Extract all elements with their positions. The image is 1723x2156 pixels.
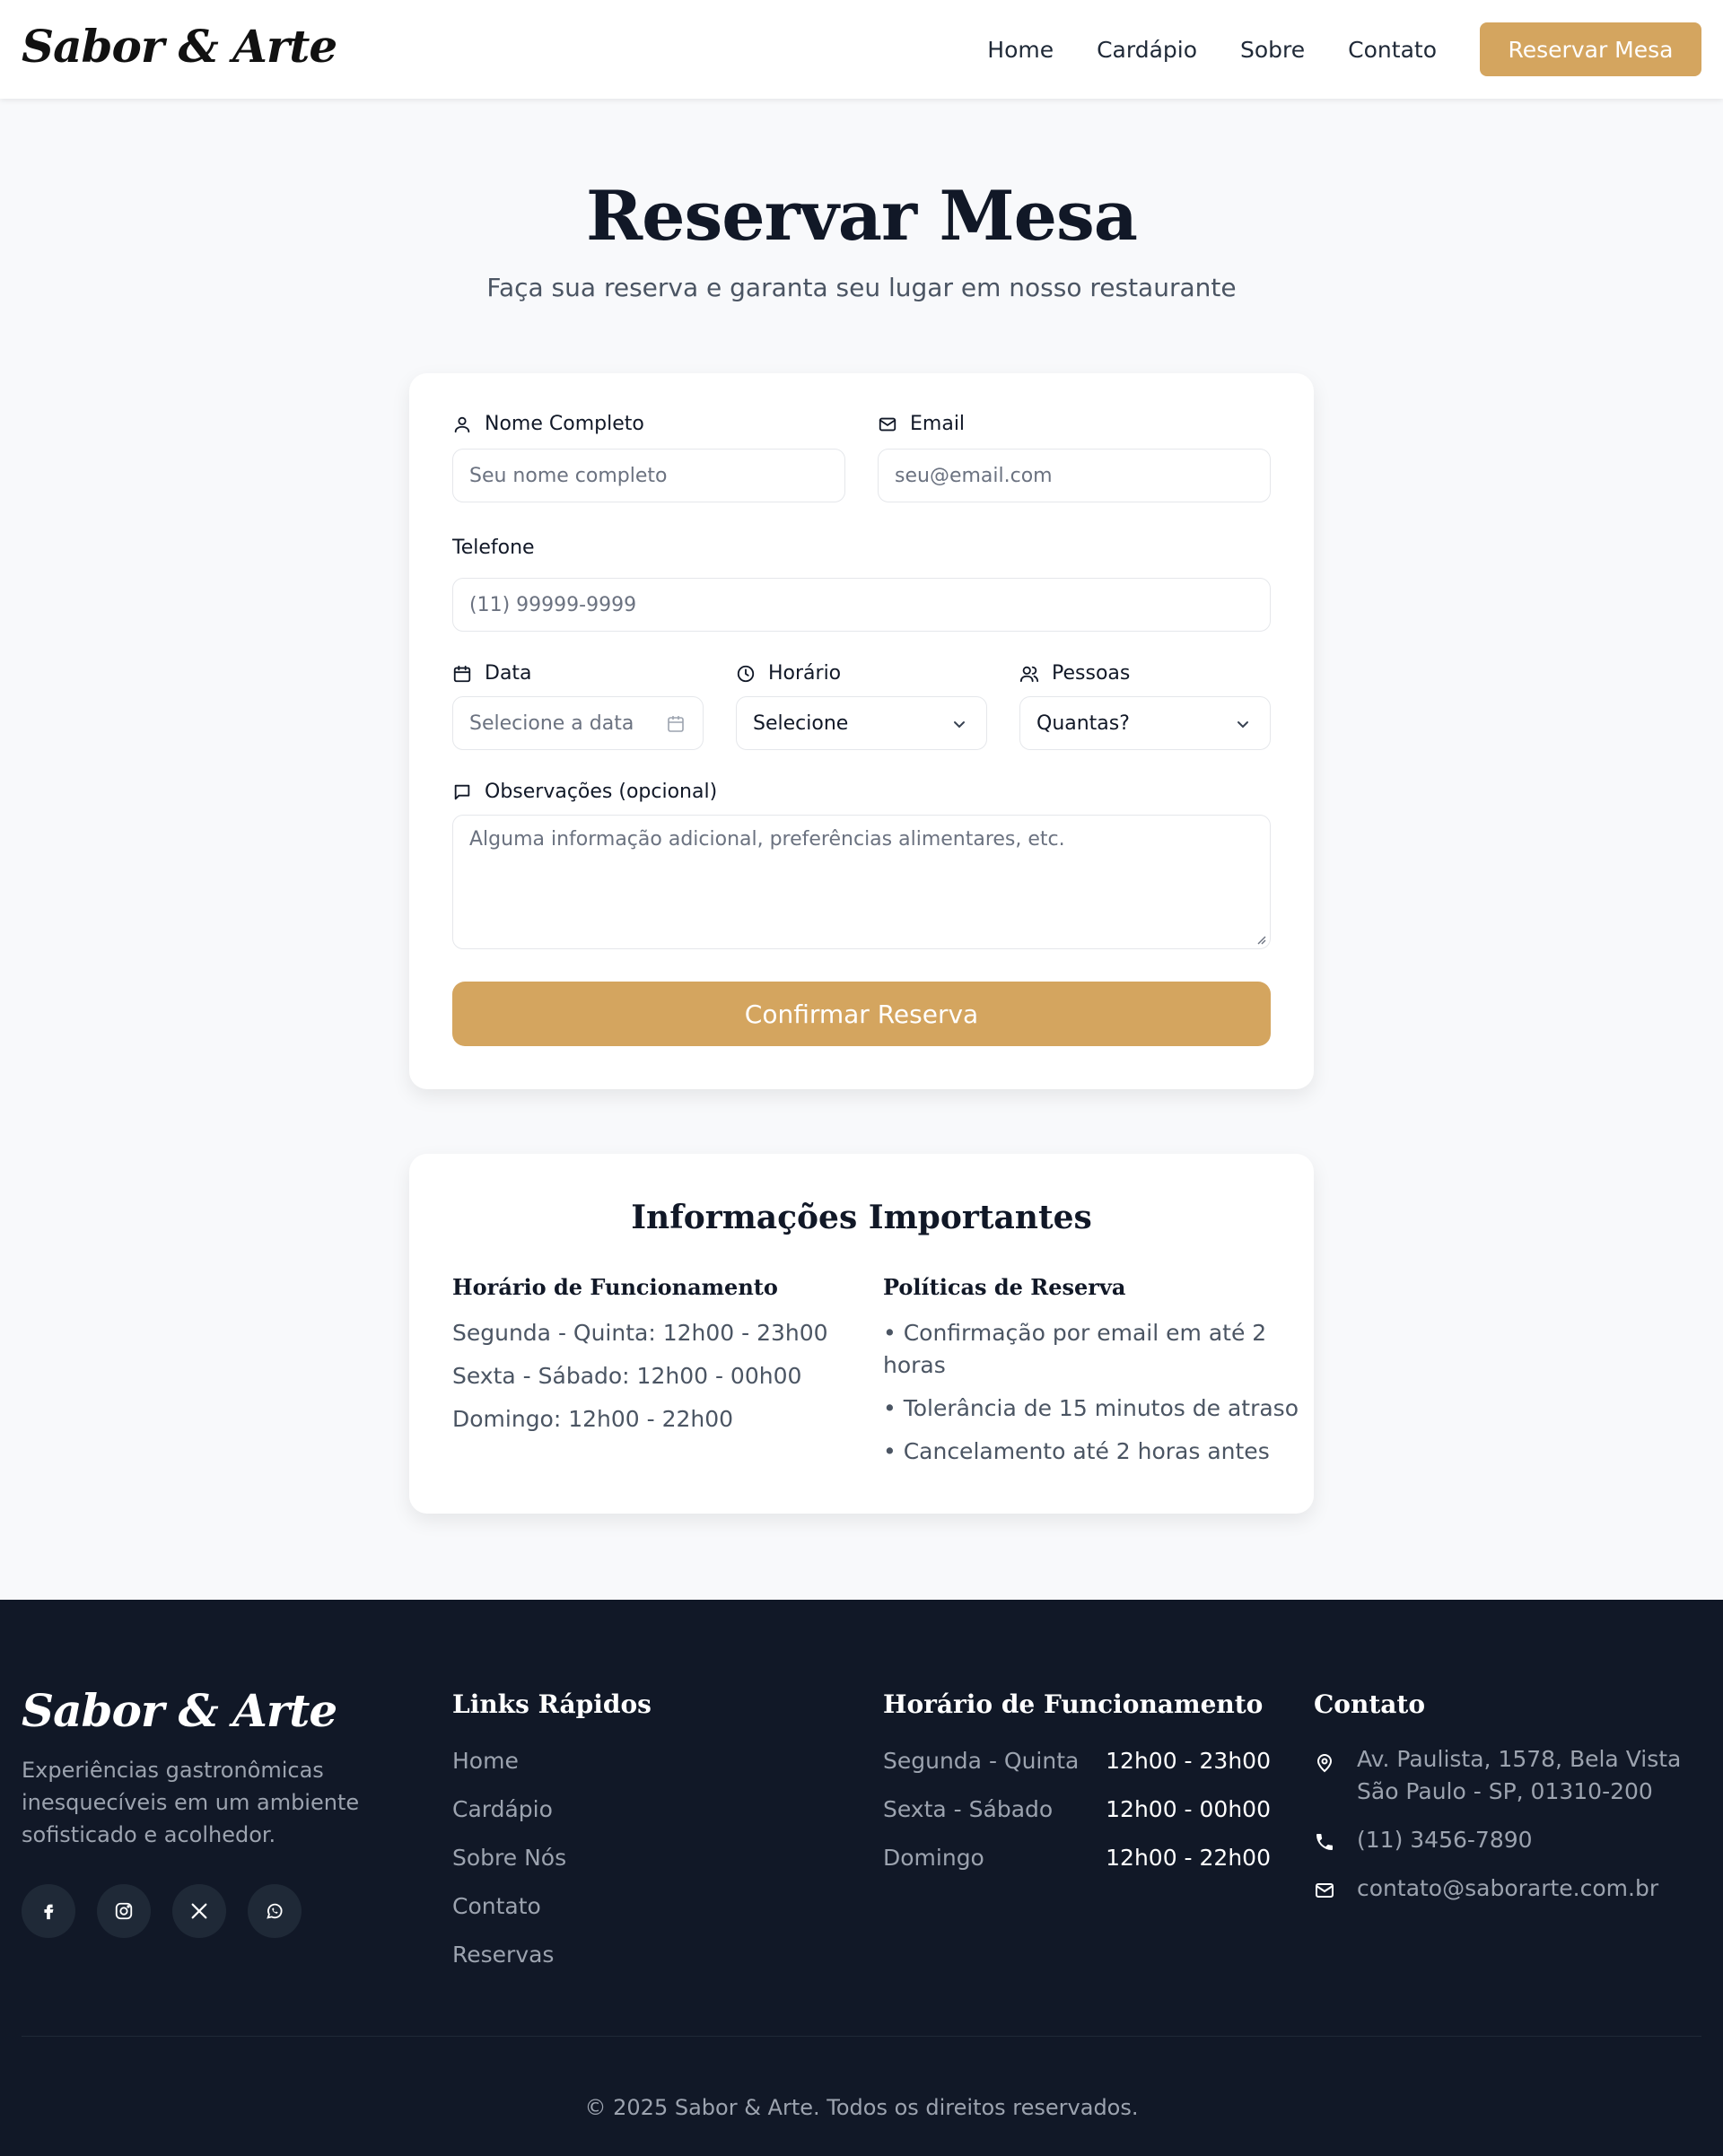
hours-time: 12h00 - 23h00 (1106, 1748, 1271, 1774)
x-button[interactable] (172, 1884, 226, 1938)
facebook-button[interactable] (22, 1884, 75, 1938)
notes-label: Observações (opcional) (452, 781, 717, 803)
footer-link-sobre[interactable]: Sobre Nós (452, 1845, 566, 1871)
contact-email[interactable]: contato@saborarte.com.br (1357, 1872, 1658, 1905)
people-select-value: Quantas? (1036, 711, 1130, 735)
whatsapp-button[interactable] (248, 1884, 302, 1938)
date-placeholder: Selecione a data (469, 711, 634, 735)
logo[interactable]: Sabor & Arte (22, 20, 337, 73)
address-line-1: Av. Paulista, 1578, Bela Vista (1357, 1746, 1682, 1772)
date-input[interactable]: Selecione a data (452, 696, 704, 750)
hours-line: Sexta - Sábado: 12h00 - 00h00 (452, 1363, 802, 1389)
policy-line: • Tolerância de 15 minutos de atraso (883, 1395, 1299, 1421)
nav-home[interactable]: Home (987, 37, 1054, 63)
email-label: Email (878, 413, 965, 435)
hours-line: Domingo: 12h00 - 22h00 (452, 1406, 734, 1432)
site-footer: Sabor & Arte Experiências gastronômicas … (0, 1600, 1723, 2156)
chevron-down-icon (954, 721, 965, 729)
phone-input[interactable]: (11) 99999-9999 (452, 578, 1271, 632)
instagram-button[interactable] (97, 1884, 151, 1938)
notes-textarea[interactable]: Alguma informação adicional, preferência… (452, 815, 1271, 949)
resize-handle-icon[interactable] (1254, 932, 1266, 945)
info-title: Informações Importantes (631, 1199, 1092, 1236)
name-input[interactable]: Seu nome completo (452, 449, 845, 502)
time-label: Horário (736, 662, 841, 685)
footer-link-reservas[interactable]: Reservas (452, 1942, 554, 1968)
footer-hours-title: Horário de Funcionamento (883, 1689, 1264, 1719)
time-select-value: Selecione (753, 711, 849, 735)
nav-contato[interactable]: Contato (1348, 37, 1437, 63)
phone-label: Telefone (452, 537, 535, 559)
calendar-icon (453, 665, 471, 682)
chevron-down-icon (1238, 721, 1248, 729)
main-nav: Home Cardápio Sobre Contato Reservar Mes… (987, 22, 1701, 77)
address-line-2: São Paulo - SP, 01310-200 (1357, 1778, 1653, 1804)
x-icon (191, 1903, 207, 1919)
reservation-form: Nome Completo Seu nome completo Email se… (409, 373, 1314, 1089)
reserve-table-button[interactable]: Reservar Mesa (1480, 22, 1701, 76)
site-header: Sabor & Arte Home Cardápio Sobre Contato… (0, 0, 1723, 99)
nav-cardapio[interactable]: Cardápio (1097, 37, 1197, 63)
contact-phone[interactable]: (11) 3456-7890 (1357, 1824, 1533, 1856)
hours-day: Domingo (883, 1845, 984, 1871)
page-subtitle: Faça sua reserva e garanta seu lugar em … (486, 273, 1237, 302)
instagram-icon (115, 1902, 133, 1920)
mail-icon (879, 417, 896, 431)
footer-description: Experiências gastronômicas inesquecíveis… (22, 1758, 360, 1847)
social-links (22, 1884, 323, 1938)
policies-title: Políticas de Reserva (883, 1274, 1126, 1300)
message-icon (454, 784, 470, 799)
footer-link-cardapio[interactable]: Cardápio (452, 1796, 553, 1822)
hours-day: Segunda - Quinta (883, 1748, 1080, 1774)
calendar-picker-icon[interactable] (665, 713, 687, 735)
name-label: Nome Completo (452, 413, 644, 435)
people-select[interactable]: Quantas? (1019, 696, 1271, 750)
policy-line: • Confirmação por email em até 2 (883, 1320, 1267, 1346)
nav-sobre[interactable]: Sobre (1240, 37, 1305, 63)
hours-title: Horário de Funcionamento (452, 1274, 778, 1300)
quick-links-title: Links Rápidos (452, 1689, 652, 1719)
phone-icon (1316, 1834, 1333, 1850)
footer-divider (22, 2036, 1701, 2037)
policy-line: • Cancelamento até 2 horas antes (883, 1438, 1270, 1464)
policy-line: horas (883, 1352, 946, 1378)
footer-logo: Sabor & Arte (22, 1684, 337, 1737)
whatsapp-icon (267, 1903, 283, 1919)
map-pin-icon (1316, 1754, 1333, 1773)
hours-time: 12h00 - 00h00 (1106, 1796, 1271, 1822)
user-icon (454, 416, 470, 432)
users-icon (1019, 666, 1039, 682)
confirm-reservation-button[interactable]: Confirmar Reserva (452, 982, 1271, 1046)
time-select[interactable]: Selecione (736, 696, 987, 750)
copyright: © 2025 Sabor & Arte. Todos os direitos r… (584, 2095, 1139, 2120)
notes-placeholder: Alguma informação adicional, preferência… (469, 828, 1065, 851)
mail-icon (1316, 1883, 1334, 1898)
clock-icon (737, 665, 755, 682)
email-input[interactable]: seu@email.com (878, 449, 1271, 502)
important-info-card: Informações Importantes Horário de Funci… (409, 1154, 1314, 1514)
page-title: Reservar Mesa (585, 176, 1138, 256)
footer-link-contato[interactable]: Contato (452, 1893, 541, 1919)
hours-day: Sexta - Sábado (883, 1796, 1054, 1822)
facebook-icon (44, 1904, 54, 1920)
date-label: Data (452, 662, 532, 685)
people-label: Pessoas (1019, 662, 1130, 685)
hours-line: Segunda - Quinta: 12h00 - 23h00 (452, 1320, 828, 1346)
footer-link-home[interactable]: Home (452, 1748, 519, 1774)
contact-title: Contato (1314, 1689, 1426, 1719)
hours-time: 12h00 - 22h00 (1106, 1845, 1271, 1871)
